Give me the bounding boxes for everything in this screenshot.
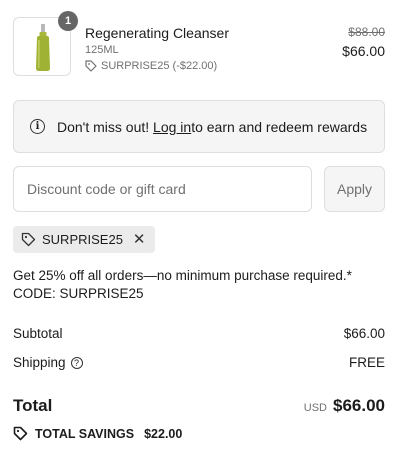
- product-size: 125ML: [85, 44, 119, 56]
- quantity-badge: 1: [58, 11, 78, 31]
- total-row: Total USD $66.00: [13, 396, 385, 416]
- shipping-row: Shipping? FREE: [13, 355, 385, 370]
- discount-code-input[interactable]: [13, 166, 312, 212]
- line-item: 1 Regenerating Cleanser 125ML SURPRISE25…: [13, 11, 385, 77]
- apply-button[interactable]: Apply: [324, 166, 385, 212]
- info-icon: i: [30, 119, 45, 134]
- currency-code: USD: [303, 402, 327, 414]
- shipping-label: Shipping: [13, 355, 66, 370]
- applied-code-label: SURPRISE25: [42, 232, 123, 247]
- subtotal-label: Subtotal: [13, 326, 63, 341]
- login-notice: i Don't miss out! Log in to earn and red…: [13, 100, 385, 153]
- savings-label: TOTAL SAVINGS: [35, 426, 135, 441]
- tag-icon: [13, 426, 28, 441]
- subtotal-value: $66.00: [343, 326, 385, 341]
- original-price: $88.00: [348, 25, 385, 39]
- shipping-value: FREE: [348, 355, 385, 370]
- remove-discount-icon[interactable]: ✕: [133, 232, 146, 247]
- promo-message: Get 25% off all orders—no minimum purcha…: [13, 268, 352, 301]
- tag-icon: [85, 60, 97, 72]
- applied-discount-chip: SURPRISE25 ✕: [13, 226, 155, 253]
- total-label: Total: [13, 396, 53, 415]
- tag-icon: [21, 232, 36, 247]
- product-discount-label: SURPRISE25 (-$22.00): [101, 60, 218, 72]
- help-icon[interactable]: ?: [70, 357, 83, 369]
- total-value: $66.00: [333, 396, 385, 415]
- product-name: Regenerating Cleanser: [85, 25, 229, 41]
- notice-text-before: Don't miss out!: [57, 118, 150, 135]
- product-discount: SURPRISE25 (-$22.00): [85, 60, 217, 72]
- savings-value: $22.00: [144, 426, 183, 441]
- sale-price: $66.00: [342, 43, 385, 59]
- login-link[interactable]: Log in: [153, 119, 191, 135]
- subtotal-row: Subtotal $66.00: [13, 326, 385, 341]
- total-savings: TOTAL SAVINGS $22.00: [13, 426, 182, 441]
- notice-text-after: to earn and redeem rewards: [191, 118, 368, 135]
